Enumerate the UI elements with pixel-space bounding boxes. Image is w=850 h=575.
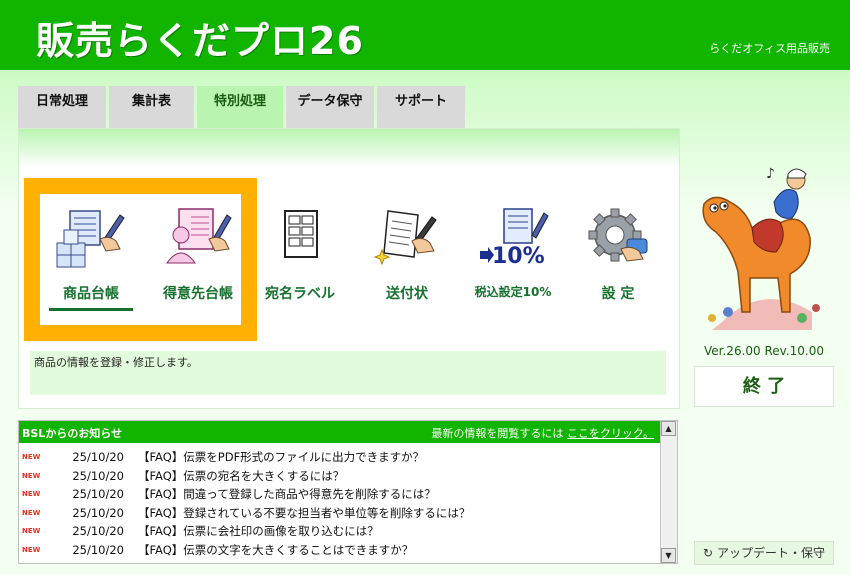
news-item[interactable]: NEW 25/10/20 【FAQ】間違って登録した商品や得意先を削除するには？ <box>19 485 662 504</box>
new-badge: NEW <box>22 527 41 536</box>
news-item[interactable]: NEW 25/10/20 【FAQ】伝票をPDF形式のファイルに出力できますか？ <box>19 448 662 467</box>
news-scrollbar[interactable]: ▲ ▼ <box>660 421 677 563</box>
settings-gear-icon <box>581 205 655 269</box>
customer-ledger-label: 得意先台帳 <box>163 286 233 302</box>
address-label-button[interactable]: 宛名ラベル <box>245 205 355 325</box>
news-text[interactable]: 【FAQ】登録されている不要な担当者や単位等を削除するには？ <box>138 505 470 521</box>
cover-letter-label: 送付状 <box>386 286 428 302</box>
tax-setting-label: 税込設定10% <box>474 285 552 299</box>
tab-daily[interactable]: 日常処理 <box>18 86 106 128</box>
version-text: Ver.26.00 Rev.10.00 <box>704 344 824 358</box>
cover-letter-button[interactable]: 送付状 <box>352 205 462 325</box>
camel-mascot-illustration: ♪ <box>692 162 832 332</box>
new-badge: NEW <box>22 508 41 517</box>
customer-ledger-button[interactable]: 得意先台帳 <box>143 205 253 325</box>
news-date: 25/10/20 <box>72 524 124 539</box>
settings-label: 設 定 <box>601 286 635 302</box>
tax-setting-button[interactable]: 10% 税込設定10% <box>458 205 568 325</box>
scroll-up-icon[interactable]: ▲ <box>661 421 676 436</box>
news-list: NEW 25/10/20 【FAQ】伝票をPDF形式のファイルに出力できますか？… <box>19 448 662 559</box>
new-badge: NEW <box>22 545 41 554</box>
product-ledger-icon <box>54 205 128 269</box>
app-header: 販売らくだプロ26 らくだオフィス用品販売 <box>0 0 850 70</box>
panel-gradient <box>19 129 679 167</box>
tab-support[interactable]: サポート <box>377 86 465 128</box>
tab-data-maintenance[interactable]: データ保守 <box>286 86 374 128</box>
news-item[interactable]: NEW 25/10/20 【FAQ】伝票の文字を大きくすることはできますか？ <box>19 541 662 560</box>
address-label-icon <box>263 205 337 269</box>
scroll-down-icon[interactable]: ▼ <box>661 548 676 563</box>
update-maintenance-button[interactable]: ↻ アップデート・保守 <box>694 541 834 565</box>
tab-summary[interactable]: 集計表 <box>109 86 194 128</box>
address-label-label: 宛名ラベル <box>265 286 335 302</box>
news-panel: BSLからのお知らせ 最新の情報を閲覧するには ここをクリック。 NEW 25/… <box>18 420 678 564</box>
app-logo-title: 販売らくだプロ26 <box>36 19 364 63</box>
svg-text:♪: ♪ <box>766 166 775 182</box>
new-badge: NEW <box>22 471 41 480</box>
news-text[interactable]: 【FAQ】伝票の文字を大きくすることはできますか？ <box>138 542 413 558</box>
tax-setting-icon: 10% <box>476 205 550 269</box>
news-date: 25/10/20 <box>72 505 124 520</box>
main-tabs: 日常処理 集計表 特別処理 データ保守 サポート <box>18 86 465 128</box>
news-item[interactable]: NEW 25/10/20 【FAQ】伝票の宛名を大きくするには？ <box>19 467 662 486</box>
news-item[interactable]: NEW 25/10/20 【FAQ】登録されている不要な担当者や単位等を削除する… <box>19 504 662 523</box>
exit-button[interactable]: 終 了 <box>694 366 834 407</box>
news-header: BSLからのお知らせ 最新の情報を閲覧するには ここをクリック。 <box>19 421 662 443</box>
new-badge: NEW <box>22 453 41 462</box>
function-description: 商品の情報を登録・修正します。 <box>30 351 666 395</box>
news-date: 25/10/20 <box>72 487 124 502</box>
vendor-name: らくだオフィス用品販売 <box>709 42 830 55</box>
news-item[interactable]: NEW 25/10/20 【FAQ】伝票に会社印の画像を取り込むには？ <box>19 522 662 541</box>
product-ledger-label: 商品台帳 <box>63 286 119 302</box>
svg-text:10%: 10% <box>492 244 545 269</box>
news-date: 25/10/20 <box>72 542 124 557</box>
news-latest-link[interactable]: ここをクリック。 <box>567 427 654 440</box>
news-title: BSLからのお知らせ <box>22 427 123 440</box>
update-label: アップデート・保守 <box>716 546 825 560</box>
settings-button[interactable]: 設 定 <box>563 205 673 325</box>
news-link-line: 最新の情報を閲覧するには ここをクリック。 <box>431 425 654 441</box>
selected-underline <box>49 308 133 311</box>
news-link-prefix: 最新の情報を閲覧するには <box>431 427 564 440</box>
tab-special[interactable]: 特別処理 <box>197 86 283 128</box>
news-date: 25/10/20 <box>72 468 124 483</box>
news-text[interactable]: 【FAQ】伝票の宛名を大きくするには？ <box>138 468 344 484</box>
news-date: 25/10/20 <box>72 450 124 465</box>
news-text[interactable]: 【FAQ】伝票に会社印の画像を取り込むには？ <box>138 523 379 539</box>
customer-ledger-icon <box>161 205 235 269</box>
news-text[interactable]: 【FAQ】間違って登録した商品や得意先を削除するには？ <box>138 486 436 502</box>
product-ledger-button[interactable]: 商品台帳 <box>36 205 146 325</box>
news-text[interactable]: 【FAQ】伝票をPDF形式のファイルに出力できますか？ <box>138 449 424 465</box>
refresh-icon: ↻ <box>703 546 714 560</box>
new-badge: NEW <box>22 490 41 499</box>
cover-letter-icon <box>370 205 444 269</box>
